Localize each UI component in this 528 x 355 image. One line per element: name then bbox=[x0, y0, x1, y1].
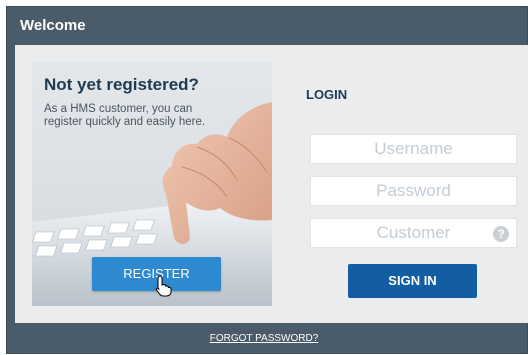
promo-description: As a HMS customer, you can register quic… bbox=[44, 103, 206, 128]
sign-in-button[interactable]: SIGN IN bbox=[348, 264, 477, 298]
dialog-title: Welcome bbox=[20, 17, 86, 34]
dialog-footer: FORGOT PASSWORD? bbox=[7, 323, 521, 355]
password-input[interactable] bbox=[311, 177, 516, 205]
forgot-password-link[interactable]: FORGOT PASSWORD? bbox=[7, 333, 521, 344]
username-field bbox=[310, 134, 517, 164]
welcome-dialog: Welcome Not yet registered? As a HMS cus… bbox=[6, 6, 528, 354]
customer-input[interactable] bbox=[311, 219, 516, 247]
password-field bbox=[310, 176, 517, 206]
login-heading: LOGIN bbox=[306, 87, 348, 102]
dialog-content: Not yet registered? As a HMS customer, y… bbox=[15, 45, 528, 323]
help-icon[interactable]: ? bbox=[493, 226, 509, 242]
pointer-cursor-icon bbox=[155, 275, 172, 297]
promo-title: Not yet registered? bbox=[44, 75, 199, 94]
registration-promo-panel: Not yet registered? As a HMS customer, y… bbox=[32, 62, 272, 306]
customer-field: ? bbox=[310, 218, 517, 248]
username-input[interactable] bbox=[311, 135, 516, 163]
